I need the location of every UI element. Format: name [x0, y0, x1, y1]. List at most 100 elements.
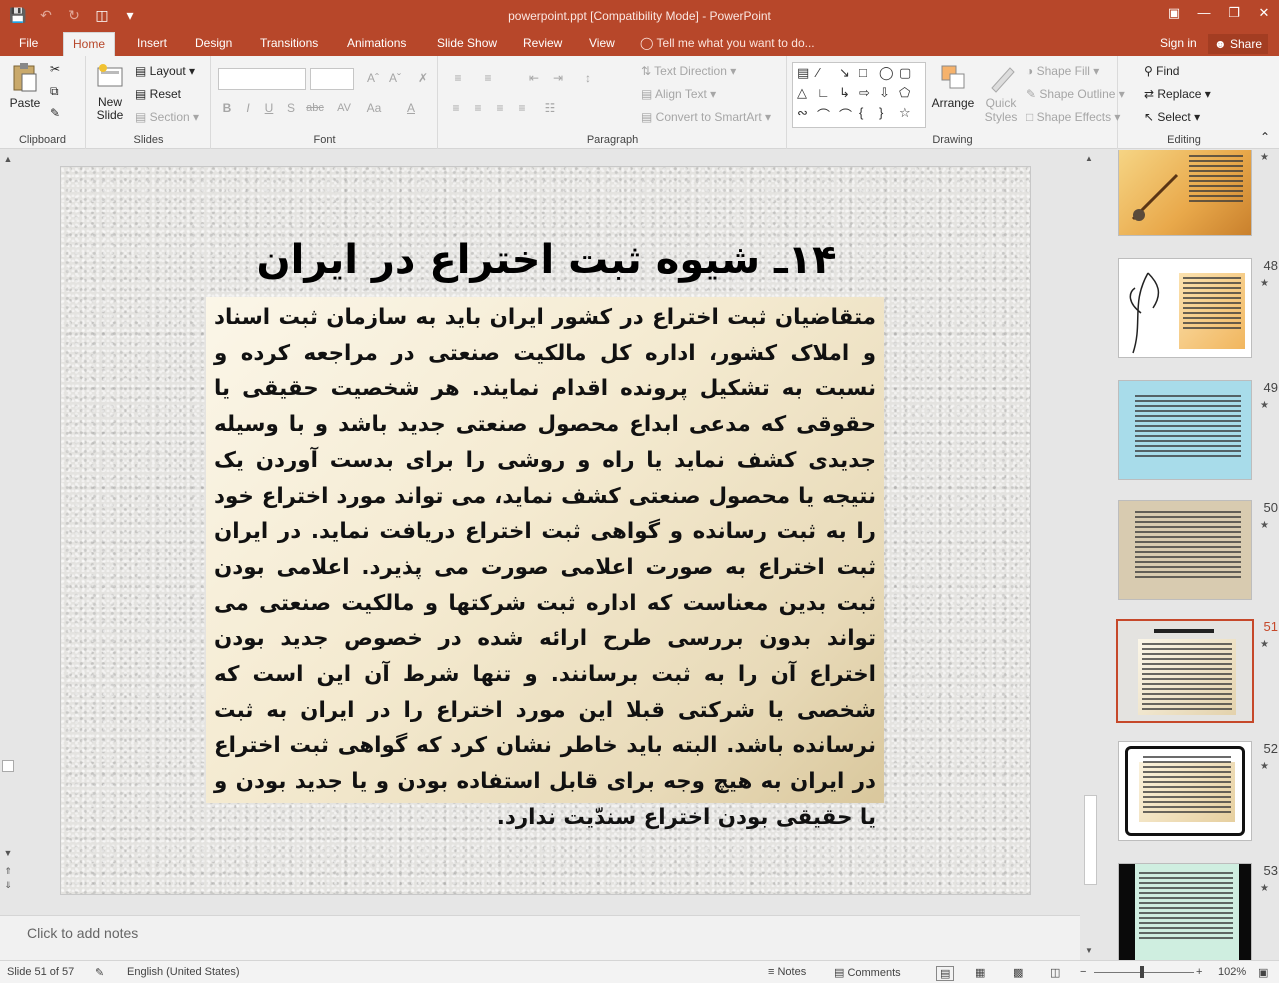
- line-shape-icon[interactable]: ∕: [817, 65, 819, 80]
- change-case-button[interactable]: Aa: [362, 98, 386, 118]
- triangle-shape-icon[interactable]: △: [797, 85, 807, 101]
- copy-icon[interactable]: ⧉: [50, 84, 59, 99]
- scroll-up-icon[interactable]: ▲: [2, 154, 14, 166]
- zoom-in-icon[interactable]: +: [1196, 966, 1202, 978]
- notes-toggle[interactable]: ≡ Notes: [768, 966, 806, 978]
- close-icon[interactable]: ✕: [1249, 0, 1279, 32]
- spelling-check-icon[interactable]: ✎: [95, 966, 104, 979]
- star-shape-icon[interactable]: ☆: [899, 105, 911, 121]
- slide-title[interactable]: ۱۴ـ شیوه ثبت اختراع در ایران: [61, 237, 1032, 283]
- fit-slide-icon[interactable]: ▣: [1258, 966, 1268, 979]
- italic-button[interactable]: I: [239, 98, 257, 118]
- font-size-box[interactable]: [310, 68, 354, 90]
- convert-smartart-button[interactable]: ▤ Convert to SmartArt ▾: [641, 110, 771, 124]
- text-direction-button[interactable]: ⇅ Text Direction ▾: [641, 64, 736, 78]
- columns-icon[interactable]: ☷: [541, 98, 559, 118]
- tab-home[interactable]: Home: [63, 32, 116, 56]
- section-button[interactable]: ▤ Section ▾: [135, 110, 199, 124]
- arrow-line-shape-icon[interactable]: ↘: [839, 65, 850, 81]
- collapse-ribbon-icon[interactable]: ⌃: [1260, 130, 1270, 144]
- restore-icon[interactable]: ❐: [1219, 0, 1249, 32]
- vertical-scroll-thumb[interactable]: [1084, 795, 1097, 885]
- align-text-button[interactable]: ▤ Align Text ▾: [641, 87, 716, 101]
- slide-thumbnail[interactable]: 49 ★: [1100, 380, 1279, 490]
- comments-toggle[interactable]: ▤ Comments: [834, 966, 901, 979]
- align-right-icon[interactable]: ≡: [491, 98, 509, 118]
- bold-button[interactable]: B: [218, 98, 236, 118]
- tab-design[interactable]: Design: [186, 32, 241, 56]
- left-brace-shape-icon[interactable]: {: [859, 105, 863, 120]
- right-brace-shape-icon[interactable]: }: [879, 105, 883, 120]
- scroll-up-icon[interactable]: ▲: [1085, 154, 1093, 163]
- normal-view-icon[interactable]: ▤: [936, 966, 955, 981]
- font-name-box[interactable]: [218, 68, 306, 90]
- tab-slide-show[interactable]: Slide Show: [428, 32, 506, 56]
- align-left-icon[interactable]: ≡: [447, 98, 465, 118]
- shapes-gallery[interactable]: ▤ ∕ ↘ □ ◯ ▢ △ ∟ ↳ ⇨ ⇩ ⬠ ∾ ⌒ ⌒ { } ☆: [792, 62, 926, 128]
- underline-button[interactable]: U: [260, 98, 278, 118]
- current-slide[interactable]: ۱۴ـ شیوه ثبت اختراع در ایران متقاضیان ثب…: [60, 166, 1031, 895]
- slide-thumbnail[interactable]: ★: [1100, 150, 1279, 246]
- tab-transitions[interactable]: Transitions: [251, 32, 327, 56]
- quick-styles-button[interactable]: Quick Styles: [980, 62, 1022, 124]
- arc-shape-icon[interactable]: ⌒: [839, 105, 852, 124]
- slide-body-text[interactable]: متقاضیان ثبت اختراع در کشور ایران باید ب…: [206, 297, 884, 830]
- vertical-scrollbar[interactable]: ▲ ▼: [1082, 150, 1099, 960]
- clear-formatting-icon[interactable]: ✗: [414, 68, 432, 88]
- notes-pane[interactable]: Click to add notes: [0, 915, 1080, 960]
- bullets-icon[interactable]: ≡: [447, 68, 469, 88]
- cut-icon[interactable]: ✂: [50, 62, 60, 76]
- zoom-slider[interactable]: [1094, 972, 1194, 973]
- arrange-button[interactable]: Arrange: [930, 62, 976, 110]
- paste-button[interactable]: Paste: [6, 62, 44, 110]
- right-arrow-shape-icon[interactable]: ⇨: [859, 85, 870, 101]
- font-color-button[interactable]: A: [402, 98, 420, 118]
- slide-sorter-icon[interactable]: ▦: [975, 966, 985, 979]
- line-spacing-icon[interactable]: ↕: [577, 68, 599, 88]
- grow-font-icon[interactable]: Aˆ: [364, 68, 382, 88]
- slide-thumbnail[interactable]: 53 ★: [1100, 863, 1279, 960]
- slide-thumbnail[interactable]: 50 ★: [1100, 500, 1279, 610]
- tab-view[interactable]: View: [580, 32, 624, 56]
- tab-animations[interactable]: Animations: [338, 32, 415, 56]
- brace-left-shape-icon[interactable]: ∾: [797, 105, 808, 121]
- reading-view-icon[interactable]: ▩: [1013, 966, 1023, 979]
- reset-button[interactable]: ▤ Reset: [135, 87, 181, 101]
- ribbon-options-icon[interactable]: ▣: [1159, 0, 1189, 32]
- rounded-rect-shape-icon[interactable]: ▢: [899, 65, 911, 81]
- zoom-out-icon[interactable]: −: [1080, 966, 1086, 978]
- select-button[interactable]: ↖ Select ▾: [1144, 110, 1200, 124]
- tab-insert[interactable]: Insert: [128, 32, 176, 56]
- replace-button[interactable]: ⇄ Replace ▾: [1144, 87, 1211, 101]
- minimize-icon[interactable]: —: [1189, 0, 1219, 32]
- shape-fill-button[interactable]: ◑ Shape Fill ▾: [1026, 64, 1099, 78]
- slide-thumbnail[interactable]: 48 ★: [1100, 258, 1279, 368]
- numbering-icon[interactable]: ≡: [477, 68, 499, 88]
- zoom-level[interactable]: 102%: [1218, 966, 1246, 978]
- shadow-button[interactable]: S: [282, 98, 300, 118]
- scroll-down-icon[interactable]: ▼: [2, 848, 14, 860]
- layout-button[interactable]: ▤ Layout ▾: [135, 64, 195, 78]
- share-button[interactable]: ☻ Share: [1208, 34, 1268, 54]
- language-indicator[interactable]: English (United States): [127, 966, 240, 978]
- elbow-shape-icon[interactable]: ↳: [839, 85, 850, 101]
- find-button[interactable]: ⚲ Find: [1144, 64, 1179, 78]
- sign-in-link[interactable]: Sign in: [1160, 32, 1197, 55]
- zoom-slider-thumb[interactable]: [1140, 966, 1144, 978]
- scroll-thumb[interactable]: [2, 760, 14, 772]
- justify-icon[interactable]: ≡: [513, 98, 531, 118]
- tell-me-box[interactable]: ◯ Tell me what you want to do...: [640, 32, 815, 55]
- align-center-icon[interactable]: ≡: [469, 98, 487, 118]
- pentagon-shape-icon[interactable]: ⬠: [899, 85, 910, 101]
- shape-effects-button[interactable]: □ Shape Effects ▾: [1026, 110, 1120, 124]
- scroll-down-icon[interactable]: ▼: [1085, 946, 1093, 955]
- curve-shape-icon[interactable]: ⌒: [817, 105, 830, 124]
- shape-outline-button[interactable]: ✎ Shape Outline ▾: [1026, 87, 1125, 101]
- new-slide-button[interactable]: New Slide: [92, 62, 128, 122]
- decrease-indent-icon[interactable]: ⇤: [523, 68, 545, 88]
- strikethrough-button[interactable]: abc: [304, 98, 326, 118]
- connector-shape-icon[interactable]: ∟: [817, 85, 830, 100]
- tab-file[interactable]: File: [10, 32, 47, 56]
- slide-show-icon[interactable]: ◫: [1050, 966, 1060, 979]
- oval-shape-icon[interactable]: ◯: [879, 65, 894, 81]
